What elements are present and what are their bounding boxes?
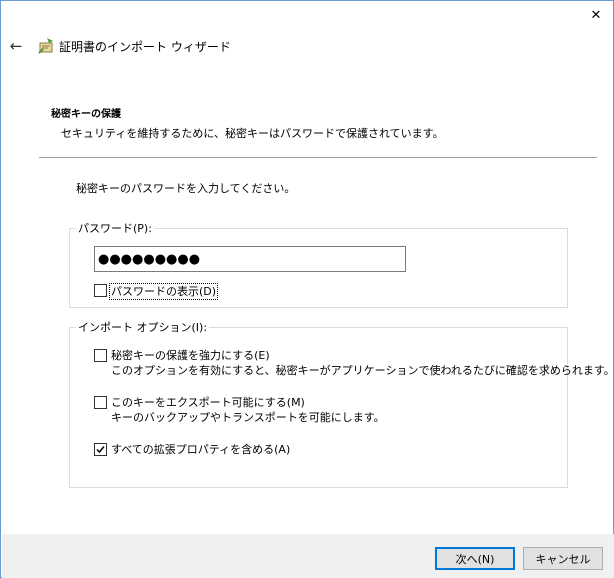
back-button[interactable]: ← — [7, 37, 25, 55]
strong-protection-label: 秘密キーの保護を強力にする(E) — [111, 349, 270, 362]
password-masked-value: ●●●●●●●●● — [98, 251, 201, 267]
exportable-checkbox[interactable] — [94, 396, 107, 409]
close-button[interactable]: ✕ — [579, 1, 613, 29]
extended-properties-checkbox[interactable] — [94, 443, 107, 456]
exportable-description: キーのバックアップやトランスポートを可能にします。 — [111, 411, 385, 424]
checkmark-icon — [96, 446, 105, 454]
show-password-row[interactable]: パスワードの表示(D) — [94, 283, 219, 300]
extended-properties-label: すべての拡張プロパティを含める(A) — [111, 443, 291, 456]
password-group-label: パスワード(P): — [76, 220, 154, 236]
section-heading: 秘密キーの保護 — [51, 109, 121, 120]
wizard-header: ← 証明書のインポート ウィザード — [1, 29, 613, 63]
import-options-group: インポート オプション(I): 秘密キーの保護を強力にする(E) このオプション… — [69, 319, 614, 488]
instruction-text: 秘密キーのパスワードを入力してください。 — [76, 182, 296, 195]
option-extended-properties-row[interactable]: すべての拡張プロパティを含める(A) — [94, 442, 290, 457]
option-strong-protection-row[interactable]: 秘密キーの保護を強力にする(E) このオプションを有効にすると、秘密キーがアプリ… — [94, 348, 614, 378]
header-divider — [39, 157, 597, 158]
close-icon: ✕ — [590, 7, 602, 23]
wizard-title: 証明書のインポート ウィザード — [59, 40, 231, 54]
certificate-wizard-icon — [38, 38, 53, 54]
wizard-footer: 次へ(N) キャンセル — [2, 534, 614, 578]
section-description: セキュリティを維持するために、秘密キーはパスワードで保護されています。 — [61, 127, 444, 140]
import-options-label: インポート オプション(I): — [76, 319, 210, 335]
exportable-label: このキーをエクスポート可能にする(M) — [111, 396, 305, 409]
back-arrow-icon: ← — [9, 37, 23, 55]
password-input[interactable]: ●●●●●●●●● — [94, 246, 406, 272]
cancel-button[interactable]: キャンセル — [523, 547, 603, 570]
strong-protection-checkbox[interactable] — [94, 349, 107, 362]
next-button[interactable]: 次へ(N) — [435, 547, 515, 570]
show-password-checkbox[interactable] — [94, 284, 107, 297]
wizard-window: ✕ ← 証明書のインポート ウィザード 秘密キーの保護 セキュリティを維持するた… — [0, 0, 614, 578]
option-exportable-row[interactable]: このキーをエクスポート可能にする(M) キーのバックアップやトランスポートを可能… — [94, 395, 385, 425]
show-password-label: パスワードの表示(D) — [109, 283, 219, 300]
strong-protection-description: このオプションを有効にすると、秘密キーがアプリケーションで使われるたびに確認を求… — [111, 364, 614, 377]
password-group: パスワード(P): ●●●●●●●●● パスワードの表示(D) — [69, 220, 568, 308]
